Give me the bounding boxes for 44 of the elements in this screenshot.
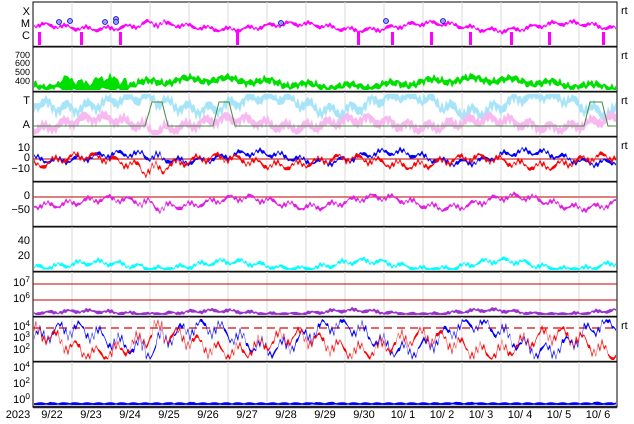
axis-label: 0 bbox=[24, 191, 30, 202]
axis-label: 10 bbox=[18, 143, 30, 154]
axis-label: 9/30 bbox=[353, 410, 375, 421]
axis-label: T bbox=[23, 96, 30, 107]
axis-label: A bbox=[22, 120, 30, 131]
axis-label: rt bbox=[621, 51, 628, 62]
axis-label: 10/ 1 bbox=[390, 410, 416, 421]
axis-label: 9/24 bbox=[119, 410, 141, 421]
axis-label: 10/ 6 bbox=[586, 410, 610, 421]
axis-label: rt bbox=[621, 6, 628, 17]
axis-label: 9/25 bbox=[158, 410, 180, 421]
axis-label: 10$^{3}$ bbox=[13, 333, 30, 344]
axis-label: 500 bbox=[14, 68, 30, 77]
axis-label: 400 bbox=[14, 77, 30, 86]
axis-label: 10$^{4}$ bbox=[13, 363, 30, 374]
axis-label: 10/ 2 bbox=[430, 410, 454, 421]
axis-label: 10/ 4 bbox=[508, 410, 532, 421]
axis-label: 10$^{6}$ bbox=[13, 294, 30, 305]
axis-label: X bbox=[22, 7, 30, 18]
axis-label: 9/27 bbox=[236, 410, 258, 421]
axis-label: 10$^{2}$ bbox=[13, 345, 30, 356]
axis-label: rt bbox=[621, 96, 628, 107]
axis-label: 10$^{7}$ bbox=[13, 278, 30, 289]
axis-label: M bbox=[20, 19, 30, 30]
axis-label: 10/ 3 bbox=[468, 410, 494, 421]
axis-label: 2023 bbox=[6, 410, 30, 421]
axis-label: rt bbox=[621, 321, 628, 332]
axis-label: 40 bbox=[18, 236, 30, 247]
axis-label: 10$^{2}$ bbox=[13, 379, 30, 390]
axis-label: 9/22 bbox=[41, 410, 63, 421]
axis-label: −50 bbox=[11, 205, 30, 216]
axis-label: −10 bbox=[11, 164, 30, 175]
axis-label: 10/ 5 bbox=[546, 410, 572, 421]
axis-label: 9/29 bbox=[314, 410, 336, 421]
axis-label: 9/28 bbox=[275, 410, 297, 421]
axis-label: 700 bbox=[14, 51, 30, 60]
axis-label: rt bbox=[621, 141, 628, 152]
axis-label: 600 bbox=[14, 59, 30, 68]
axis-label: 9/26 bbox=[197, 410, 219, 421]
axis-label: C bbox=[22, 31, 30, 42]
axis-label: 10$^{0}$ bbox=[13, 395, 30, 406]
axis-label: 0 bbox=[24, 153, 30, 164]
axis-label: 9/23 bbox=[80, 410, 102, 421]
axis-label: 20 bbox=[18, 251, 30, 262]
